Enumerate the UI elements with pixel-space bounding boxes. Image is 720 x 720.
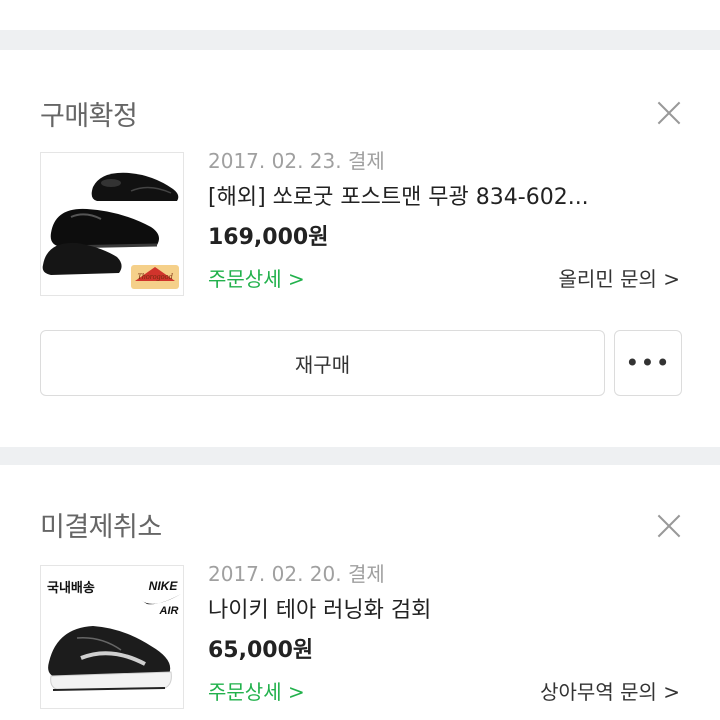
domestic-shipping-label: 국내배송 xyxy=(47,580,95,596)
brand-badge: Thorogood xyxy=(137,272,173,281)
payment-date: 2017. 02. 20. 결제 xyxy=(208,562,385,586)
order-detail-link[interactable]: 주문상세 > xyxy=(208,676,305,705)
product-thumbnail[interactable]: Thorogood xyxy=(40,152,184,296)
order-status: 미결제취소 xyxy=(40,512,162,543)
order-info: 2017. 02. 23. 결제 [해외] 쏘로굿 포스트맨 무광 834-60… xyxy=(208,148,680,292)
section-divider xyxy=(0,447,720,465)
running-shoe-image: 국내배송 NIKE AIR xyxy=(41,566,183,708)
order-actions-row: 주문상세 > 올리민 문의 > xyxy=(208,262,680,292)
nike-logo-text: NIKE xyxy=(149,579,179,593)
product-price: 169,000원 xyxy=(208,225,329,250)
product-price: 65,000원 xyxy=(208,638,314,663)
air-logo-text: AIR xyxy=(159,605,179,617)
order-info: 2017. 02. 20. 결제 나이키 테아 러닝화 검회 65,000원 주… xyxy=(208,561,680,705)
order-card: 구매확정 Thorogood 2017. 02. 23. 결제 [해외] 쏘로굿… xyxy=(0,50,720,447)
order-card: 미결제취소 국내배송 NIKE AIR 2017. 02. 20. 결제 나이키… xyxy=(0,465,720,720)
product-title[interactable]: [해외] 쏘로굿 포스트맨 무광 834-602... xyxy=(208,182,680,214)
seller-inquiry-link[interactable]: 상아무역 문의 > xyxy=(540,676,680,705)
dress-shoes-image: Thorogood xyxy=(41,153,183,295)
product-title[interactable]: 나이키 테아 러닝화 검회 xyxy=(208,595,680,627)
order-actions-row: 주문상세 > 상아무역 문의 > xyxy=(208,675,680,705)
close-icon[interactable] xyxy=(656,100,682,126)
order-detail-link[interactable]: 주문상세 > xyxy=(208,263,305,292)
close-icon[interactable] xyxy=(656,513,682,539)
order-status: 구매확정 xyxy=(40,101,138,132)
seller-inquiry-link[interactable]: 올리민 문의 > xyxy=(559,263,680,292)
rebuy-button[interactable]: 재구매 xyxy=(40,330,605,396)
payment-date: 2017. 02. 23. 결제 xyxy=(208,149,385,173)
product-thumbnail[interactable]: 국내배송 NIKE AIR xyxy=(40,565,184,709)
more-options-button[interactable]: ••• xyxy=(614,330,682,396)
top-spacer xyxy=(0,0,720,30)
section-divider xyxy=(0,30,720,50)
